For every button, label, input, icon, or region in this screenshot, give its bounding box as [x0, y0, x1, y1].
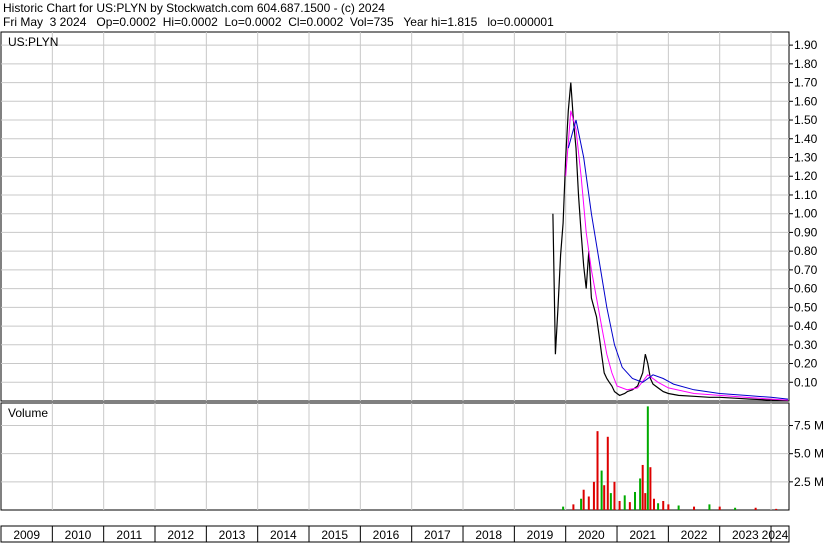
volume-bar	[644, 493, 647, 510]
long-ma-line	[567, 119, 789, 400]
price-series-line	[552, 82, 789, 402]
price-y-tick-label: 0.10	[794, 375, 818, 389]
price-y-tick-label: 1.00	[794, 207, 818, 221]
price-y-tick-label: 1.90	[794, 38, 818, 52]
volume-bar	[667, 504, 670, 510]
price-y-tick-label: 1.80	[794, 57, 818, 71]
volume-panel-frame	[0, 402, 790, 511]
volume-y-tick-label: 5.0 M	[794, 447, 824, 461]
volume-bar	[662, 500, 665, 510]
price-y-tick-label: 0.70	[794, 263, 818, 277]
volume-bar	[609, 493, 612, 510]
volume-bar	[718, 506, 721, 510]
x-tick-label: 2011	[116, 528, 142, 542]
x-tick-label: 2016	[373, 528, 400, 542]
volume-bar	[775, 508, 778, 510]
price-y-tick-label: 1.40	[794, 132, 818, 146]
volume-bar	[693, 506, 696, 510]
x-tick-label: 2024	[762, 528, 789, 542]
volume-bar	[606, 436, 609, 510]
volume-bar	[652, 498, 655, 510]
volume-bar	[677, 505, 680, 510]
volume-bar	[587, 496, 590, 510]
price-y-tick-label: 0.40	[794, 319, 818, 333]
x-tick-label: 2015	[321, 528, 348, 542]
price-y-tick-label: 0.50	[794, 300, 818, 314]
volume-bar	[572, 504, 575, 510]
volume-bar	[603, 485, 606, 510]
price-y-tick-label: 0.60	[794, 282, 818, 296]
volume-bar	[582, 489, 585, 510]
x-tick-label: 2023	[732, 528, 759, 542]
volume-bar	[618, 500, 621, 510]
price-y-tick-label: 0.30	[794, 338, 818, 352]
x-tick-label: 2017	[424, 528, 451, 542]
x-tick-label: 2009	[13, 528, 40, 542]
volume-bar	[639, 478, 642, 510]
price-y-tick-label: 1.30	[794, 150, 818, 164]
price-y-tick-label: 1.20	[794, 169, 818, 183]
volume-bar	[657, 503, 660, 510]
x-tick-label: 2020	[578, 528, 605, 542]
x-tick-label: 2014	[270, 528, 297, 542]
volume-y-tick-label: 7.5 M	[794, 419, 824, 433]
volume-bar	[708, 504, 711, 510]
price-y-tick-label: 0.90	[794, 225, 818, 239]
price-y-tick-label: 0.80	[794, 244, 818, 258]
x-tick-label: 2019	[527, 528, 554, 542]
volume-bar	[641, 464, 644, 510]
volume-bar	[600, 470, 603, 510]
volume-y-tick-label: 2.5 M	[794, 475, 824, 489]
volume-bar	[633, 491, 636, 510]
stock-chart: 2009 2010 2011 2012 2013 2014 2015 2016 2017 2018…	[0, 31, 824, 543]
x-tick-label: 2022	[681, 528, 708, 542]
price-panel-frame	[0, 31, 790, 402]
x-tick-label: 2013	[219, 528, 246, 542]
x-tick-label: 2021	[629, 528, 656, 542]
volume-bar	[623, 495, 626, 510]
price-y-tick-label: 1.50	[794, 113, 818, 127]
x-tick-label: 2012	[167, 528, 194, 542]
volume-bar	[649, 467, 652, 510]
price-y-tick-label: 0.20	[794, 357, 818, 371]
short-ma-line	[565, 110, 789, 401]
volume-bar	[580, 498, 583, 510]
price-y-tick-label: 1.70	[794, 76, 818, 90]
x-tick-label: 2018	[475, 528, 502, 542]
volume-bar	[754, 507, 757, 510]
volume-bar	[596, 431, 599, 510]
price-y-tick-label: 1.10	[794, 188, 818, 202]
volume-bar	[734, 507, 737, 510]
price-y-tick-label: 1.60	[794, 94, 818, 108]
volume-bar	[613, 481, 616, 510]
volume-bar	[646, 406, 649, 510]
price-panel-title: US:PLYN	[8, 35, 58, 49]
volume-bar	[628, 502, 631, 510]
volume-bar	[562, 506, 565, 510]
volume-bar	[592, 481, 595, 510]
volume-panel-title: Volume	[8, 406, 48, 420]
x-tick-label: 2010	[65, 528, 92, 542]
